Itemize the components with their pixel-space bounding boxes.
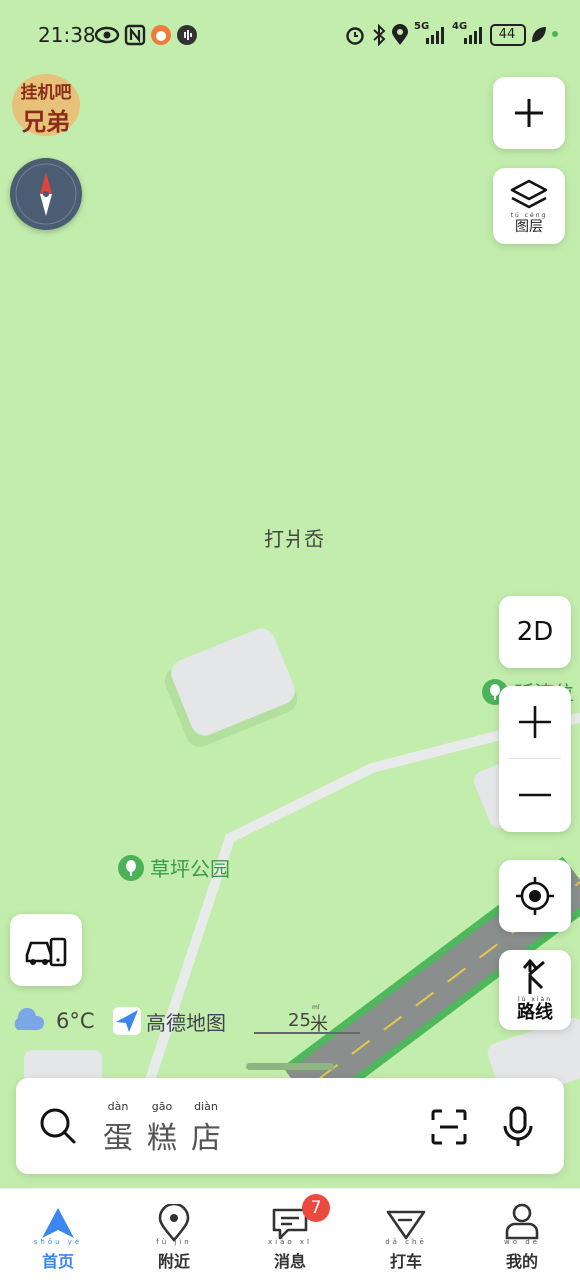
- zoom-in-button[interactable]: [499, 686, 571, 758]
- park-icon: [118, 854, 144, 881]
- battery-level: 44: [498, 27, 516, 42]
- park-poi[interactable]: 草坪公园: [118, 853, 230, 882]
- car-phone-icon: [25, 937, 67, 967]
- nav-item-messages[interactable]: xiāo xī 消息: [232, 1188, 348, 1280]
- signal-icon: [426, 27, 444, 44]
- taxi-icon: [386, 1210, 426, 1240]
- layers-pinyin: tú céng: [510, 211, 548, 219]
- weather-widget[interactable]: 6°C: [10, 1008, 95, 1034]
- sheet-handle[interactable]: [246, 1063, 334, 1070]
- view-mode-label: 2D: [516, 617, 554, 647]
- add-button[interactable]: [493, 77, 565, 149]
- nfc-icon: [124, 24, 146, 46]
- nav-label: 我的: [505, 1252, 538, 1271]
- mic-icon[interactable]: [502, 1106, 534, 1148]
- car-mode-button[interactable]: [10, 914, 82, 986]
- plus-icon: [515, 99, 543, 127]
- search-char: 蛋: [103, 1121, 133, 1156]
- battery-icon: 44: [490, 24, 526, 46]
- compass-button[interactable]: [10, 158, 82, 230]
- user-icon: [505, 1203, 539, 1240]
- nav-pinyin: xiāo xī: [268, 1238, 312, 1246]
- navigate-arrow-icon: [42, 1208, 74, 1238]
- bottom-nav: shǒu yè 首页 fù jìn 附近 xiāo xī 消息 dǎ chē 打…: [0, 1188, 580, 1280]
- nav-label: 首页: [41, 1252, 74, 1271]
- app-icon: [151, 25, 171, 45]
- nav-item-nearby[interactable]: fù jìn 附近: [116, 1188, 232, 1280]
- sticker-line1: 挂机吧: [20, 83, 72, 103]
- nav-label: 消息: [273, 1252, 306, 1271]
- nav-pinyin: dǎ chē: [385, 1238, 427, 1246]
- search-bar[interactable]: dàn 蛋 gāo 糕 diàn 店: [16, 1078, 564, 1174]
- locate-icon: [516, 877, 554, 915]
- view-mode-button[interactable]: 2D: [499, 596, 571, 668]
- status-time: 21:38: [38, 23, 96, 47]
- audio-icon: [177, 25, 197, 45]
- location-pin-icon: [158, 1204, 190, 1242]
- sticker-line2: 兄弟: [22, 107, 70, 136]
- compass-icon: [15, 163, 77, 225]
- signal-icon: [464, 27, 482, 44]
- nav-pinyin: fù jìn: [156, 1238, 192, 1246]
- indicator-dot: [552, 31, 558, 37]
- zoom-out-icon: [519, 793, 551, 797]
- place-label[interactable]: 打爿岙: [264, 523, 324, 552]
- route-label: 路线: [517, 1001, 553, 1023]
- route-icon: [522, 958, 545, 994]
- status-bar: 21:38 5G 4G 44: [0, 18, 580, 54]
- search-pinyin: gāo: [151, 1100, 173, 1113]
- layers-icon: [510, 179, 548, 208]
- nav-item-home[interactable]: shǒu yè 首页: [0, 1188, 116, 1280]
- brand-logo: 高德地图: [112, 1006, 226, 1036]
- search-pinyin: diàn: [194, 1100, 218, 1113]
- layers-button[interactable]: tú céng 图层: [493, 168, 565, 244]
- park-label: 草坪公园: [150, 857, 230, 881]
- nav-label: 附近: [157, 1252, 190, 1271]
- zoom-in-icon: [519, 706, 551, 738]
- locate-button[interactable]: [499, 860, 571, 932]
- leaf-icon: [532, 27, 546, 42]
- sticker-badge[interactable]: 挂机吧 兄弟: [10, 72, 82, 138]
- messages-badge: 7: [302, 1194, 330, 1222]
- scale-bar: [254, 1032, 360, 1034]
- nav-item-taxi[interactable]: dǎ chē 打车: [348, 1188, 464, 1280]
- weather-temp: 6°C: [56, 1009, 95, 1033]
- alarm-icon: [346, 27, 364, 45]
- search-char: 糕: [147, 1121, 177, 1156]
- nav-label: 打车: [389, 1252, 422, 1271]
- eye-icon: [94, 26, 120, 44]
- nav-pinyin: shǒu yè: [33, 1238, 83, 1246]
- search-placeholder: dàn 蛋 gāo 糕 diàn 店: [98, 1100, 226, 1157]
- zoom-control: [499, 686, 571, 832]
- nav-item-profile[interactable]: wǒ de 我的: [464, 1188, 580, 1280]
- amap-logo-icon: [113, 1007, 141, 1035]
- search-pinyin: dàn: [107, 1100, 129, 1113]
- nav-pinyin: wǒ de: [504, 1238, 540, 1246]
- search-char: 店: [191, 1121, 221, 1156]
- bluetooth-icon: [373, 24, 386, 46]
- brand-name: 高德地图: [146, 1010, 226, 1035]
- scale-value: 25: [288, 1010, 311, 1031]
- zoom-out-button[interactable]: [499, 759, 571, 831]
- route-button[interactable]: lù xiàn 路线: [499, 950, 571, 1030]
- location-icon: [392, 24, 408, 45]
- search-icon: [40, 1108, 76, 1144]
- layers-label: 图层: [515, 218, 543, 235]
- cloud-icon: [14, 1008, 45, 1030]
- scan-icon[interactable]: [430, 1108, 468, 1146]
